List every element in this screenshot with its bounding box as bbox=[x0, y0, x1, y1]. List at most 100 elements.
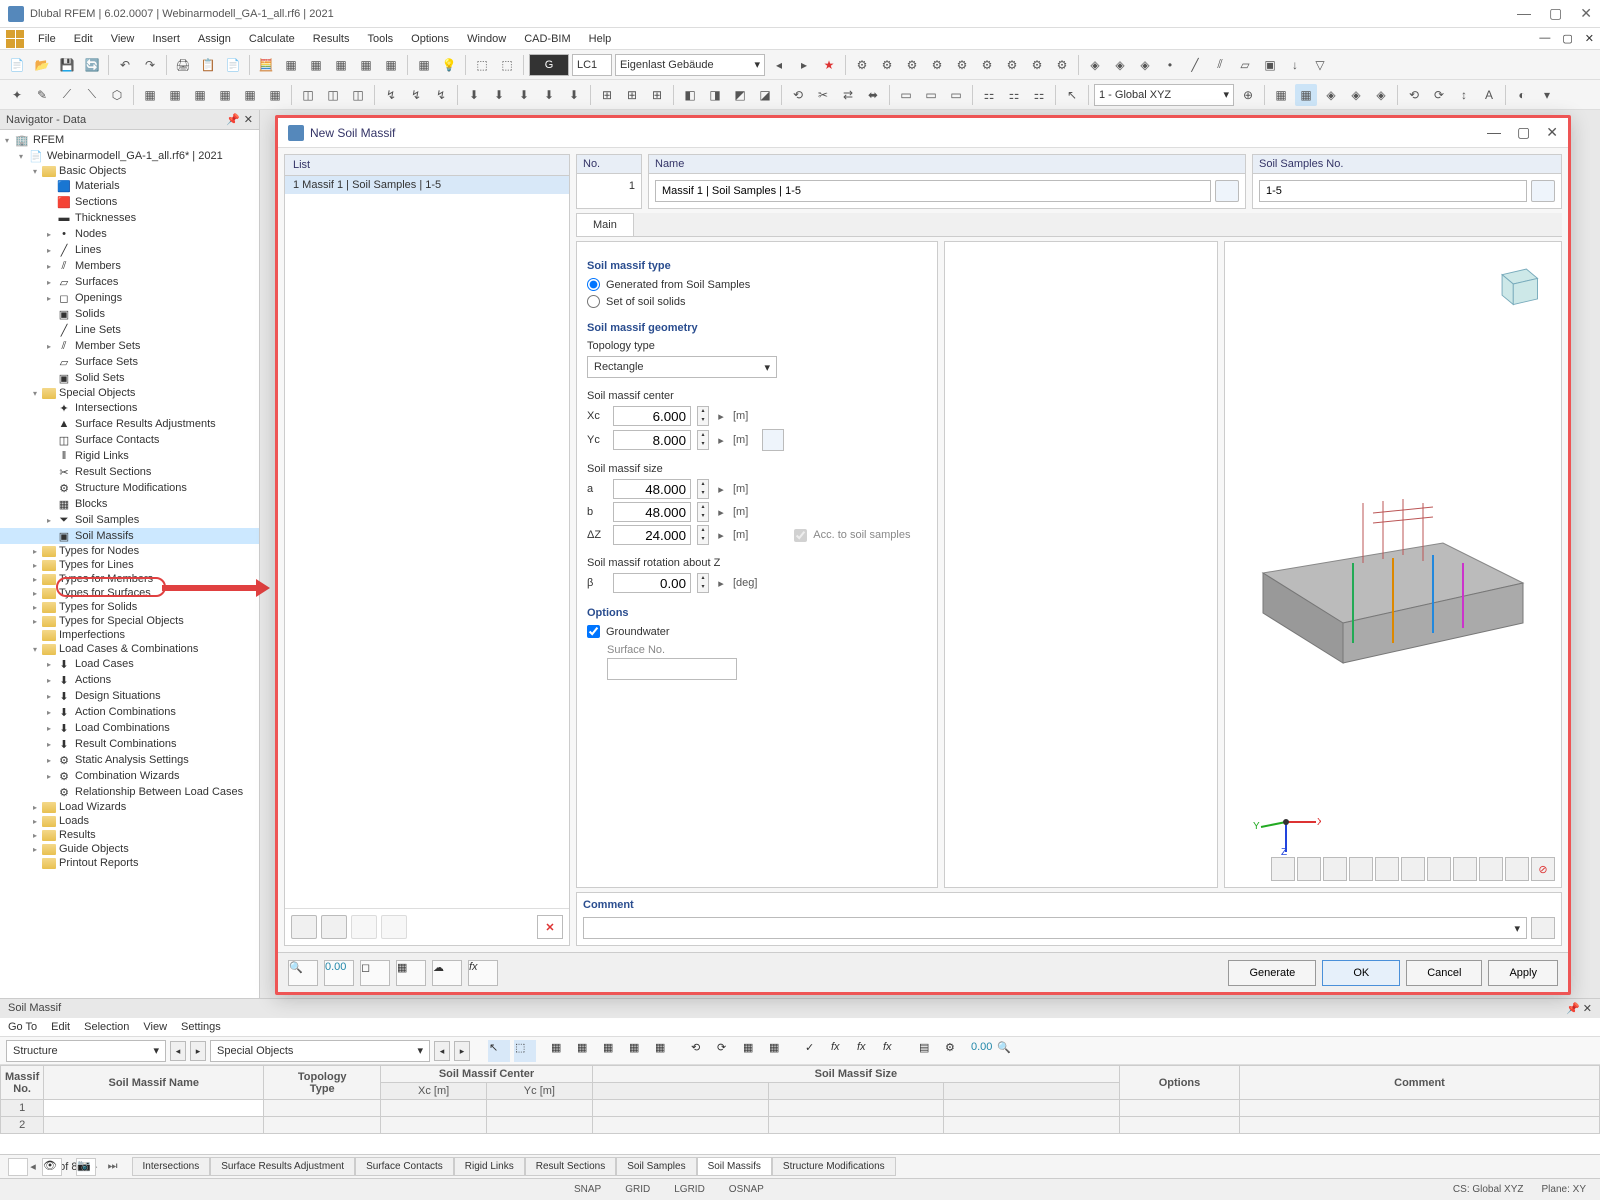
t2-g-icon[interactable]: ▦ bbox=[164, 84, 186, 106]
bl-model-icon[interactable] bbox=[8, 1158, 28, 1176]
tree-printout[interactable]: Printout Reports bbox=[59, 857, 138, 869]
bp-export-icon[interactable]: ▤ bbox=[918, 1040, 940, 1062]
tool-i-icon[interactable]: ⚙ bbox=[1051, 54, 1073, 76]
generate-button[interactable]: Generate bbox=[1228, 960, 1316, 986]
bp-nav-next1[interactable]: ▸ bbox=[190, 1041, 206, 1061]
status-osnap[interactable]: OSNAP bbox=[723, 1184, 770, 1195]
tree-loads[interactable]: Loads bbox=[59, 815, 89, 827]
footer-cloud-icon[interactable]: ☁ bbox=[432, 960, 462, 986]
t2-e-icon[interactable]: ⬡ bbox=[106, 84, 128, 106]
bp-view[interactable]: View bbox=[143, 1021, 167, 1033]
bp-t5[interactable]: ▦ bbox=[654, 1040, 676, 1062]
pv-tool-clear[interactable]: ⊘ bbox=[1531, 857, 1555, 881]
bp-settings[interactable]: Settings bbox=[181, 1021, 221, 1033]
bp-combo-special[interactable]: Special Objects▾ bbox=[210, 1040, 430, 1062]
samples-pick-icon[interactable] bbox=[1531, 180, 1555, 202]
lc-prev-icon[interactable]: ◂ bbox=[768, 54, 790, 76]
t2-ak-icon[interactable]: ⚏ bbox=[978, 84, 1000, 106]
open-icon[interactable]: 📂 bbox=[31, 54, 53, 76]
tree-root[interactable]: RFEM bbox=[33, 134, 64, 146]
split2-icon[interactable]: ⬚ bbox=[496, 54, 518, 76]
tree-special[interactable]: Special Objects bbox=[59, 387, 135, 399]
menu-tools[interactable]: Tools bbox=[359, 31, 401, 47]
xc-spinner[interactable]: ▴▾ bbox=[697, 406, 709, 426]
bp-goto[interactable]: Go To bbox=[8, 1021, 37, 1033]
tool-c-icon[interactable]: ⚙ bbox=[901, 54, 923, 76]
menu-assign[interactable]: Assign bbox=[190, 31, 239, 47]
close-button[interactable]: ✕ bbox=[1580, 5, 1592, 22]
radio-setsolids[interactable] bbox=[587, 295, 600, 308]
t2-ae-icon[interactable]: ✂ bbox=[812, 84, 834, 106]
mdi-close[interactable]: ✕ bbox=[1585, 32, 1594, 45]
t2-l-icon[interactable]: ◫ bbox=[297, 84, 319, 106]
pointer-icon[interactable]: ↖ bbox=[1061, 84, 1083, 106]
t2-af-icon[interactable]: ⇄ bbox=[837, 84, 859, 106]
bp-sel1-icon[interactable]: ↖ bbox=[488, 1040, 510, 1062]
copy-icon[interactable]: 📋 bbox=[197, 54, 219, 76]
bp-t2[interactable]: ▦ bbox=[576, 1040, 598, 1062]
list-tag-icon[interactable] bbox=[351, 915, 377, 939]
b-input[interactable] bbox=[613, 502, 691, 522]
samples-input[interactable] bbox=[1259, 180, 1527, 202]
light-icon[interactable]: 💡 bbox=[438, 54, 460, 76]
bp-pref-icon[interactable]: ⚙ bbox=[944, 1040, 966, 1062]
pv-tool-8[interactable] bbox=[1453, 857, 1477, 881]
btab-massifs[interactable]: Soil Massifs bbox=[697, 1157, 772, 1176]
tool-b-icon[interactable]: ⚙ bbox=[876, 54, 898, 76]
tree-lc-ds[interactable]: Design Situations bbox=[75, 690, 161, 702]
pv-tool-1[interactable] bbox=[1271, 857, 1295, 881]
t2-u-icon[interactable]: ⬇ bbox=[538, 84, 560, 106]
bp-sel2-icon[interactable]: ⬚ bbox=[514, 1040, 536, 1062]
tool-g-icon[interactable]: ⚙ bbox=[1001, 54, 1023, 76]
tree-linesets[interactable]: Line Sets bbox=[75, 324, 121, 336]
tree-guideobjects[interactable]: Guide Objects bbox=[59, 843, 129, 855]
btab-results[interactable]: Result Sections bbox=[525, 1157, 616, 1176]
e1-icon[interactable]: ◐ bbox=[1511, 84, 1533, 106]
tree-surfacesets[interactable]: Surface Sets bbox=[75, 356, 138, 368]
btab-contacts[interactable]: Surface Contacts bbox=[355, 1157, 454, 1176]
tree-nodes[interactable]: Nodes bbox=[75, 228, 107, 240]
tree-basic[interactable]: Basic Objects bbox=[59, 165, 126, 177]
tree-types-members[interactable]: Types for Members bbox=[59, 573, 153, 585]
bp-t6[interactable]: ⟲ bbox=[690, 1040, 712, 1062]
tree-lc-lc[interactable]: Load Combinations bbox=[75, 722, 170, 734]
tree-structmod[interactable]: Structure Modifications bbox=[75, 482, 187, 494]
yc-input[interactable] bbox=[613, 430, 691, 450]
bp-nav-prev1[interactable]: ◂ bbox=[170, 1041, 186, 1061]
menu-results[interactable]: Results bbox=[305, 31, 358, 47]
yc-go-icon[interactable]: ▸ bbox=[715, 434, 727, 447]
v5-icon[interactable]: ◈ bbox=[1370, 84, 1392, 106]
t2-ac-icon[interactable]: ◪ bbox=[754, 84, 776, 106]
win-icon[interactable]: ▦ bbox=[380, 54, 402, 76]
btab-intersections[interactable]: Intersections bbox=[132, 1157, 211, 1176]
menu-insert[interactable]: Insert bbox=[144, 31, 188, 47]
footer-fx-icon[interactable]: fx bbox=[468, 960, 498, 986]
tree-surfaces[interactable]: Surfaces bbox=[75, 276, 118, 288]
yc-spinner[interactable]: ▴▾ bbox=[697, 430, 709, 450]
t2-d-icon[interactable]: ⟍ bbox=[81, 84, 103, 106]
t2-ah-icon[interactable]: ▭ bbox=[895, 84, 917, 106]
bp-search-icon[interactable]: 🔍 bbox=[996, 1040, 1018, 1062]
footer-struct-icon[interactable]: ▦ bbox=[396, 960, 426, 986]
tree-results[interactable]: Results bbox=[59, 829, 96, 841]
btab-sra[interactable]: Surface Results Adjustment bbox=[210, 1157, 355, 1176]
bp-selection[interactable]: Selection bbox=[84, 1021, 129, 1033]
tree-lc-cases[interactable]: Load Cases bbox=[75, 658, 134, 670]
tree-blocks[interactable]: Blocks bbox=[75, 498, 107, 510]
cs-pick-icon[interactable]: ⊕ bbox=[1237, 84, 1259, 106]
surfaceno-input[interactable] bbox=[607, 658, 737, 680]
bp-nav-prev2[interactable]: ◂ bbox=[434, 1041, 450, 1061]
table-icon[interactable]: ▦ bbox=[413, 54, 435, 76]
cube-icon[interactable]: ◈ bbox=[1084, 54, 1106, 76]
bp-fx2-icon[interactable]: fx bbox=[856, 1040, 878, 1062]
t2-ai-icon[interactable]: ▭ bbox=[920, 84, 942, 106]
line-icon[interactable]: ╱ bbox=[1184, 54, 1206, 76]
3d-icon[interactable]: ◈ bbox=[1109, 54, 1131, 76]
e2-icon[interactable]: ▾ bbox=[1536, 84, 1558, 106]
t2-y-icon[interactable]: ⊞ bbox=[646, 84, 668, 106]
footer-view-icon[interactable]: ◻ bbox=[360, 960, 390, 986]
pv-tool-6[interactable] bbox=[1401, 857, 1425, 881]
tab-main[interactable]: Main bbox=[576, 213, 634, 236]
print-icon[interactable]: 🖨 bbox=[172, 54, 194, 76]
t2-a-icon[interactable]: ✦ bbox=[6, 84, 28, 106]
